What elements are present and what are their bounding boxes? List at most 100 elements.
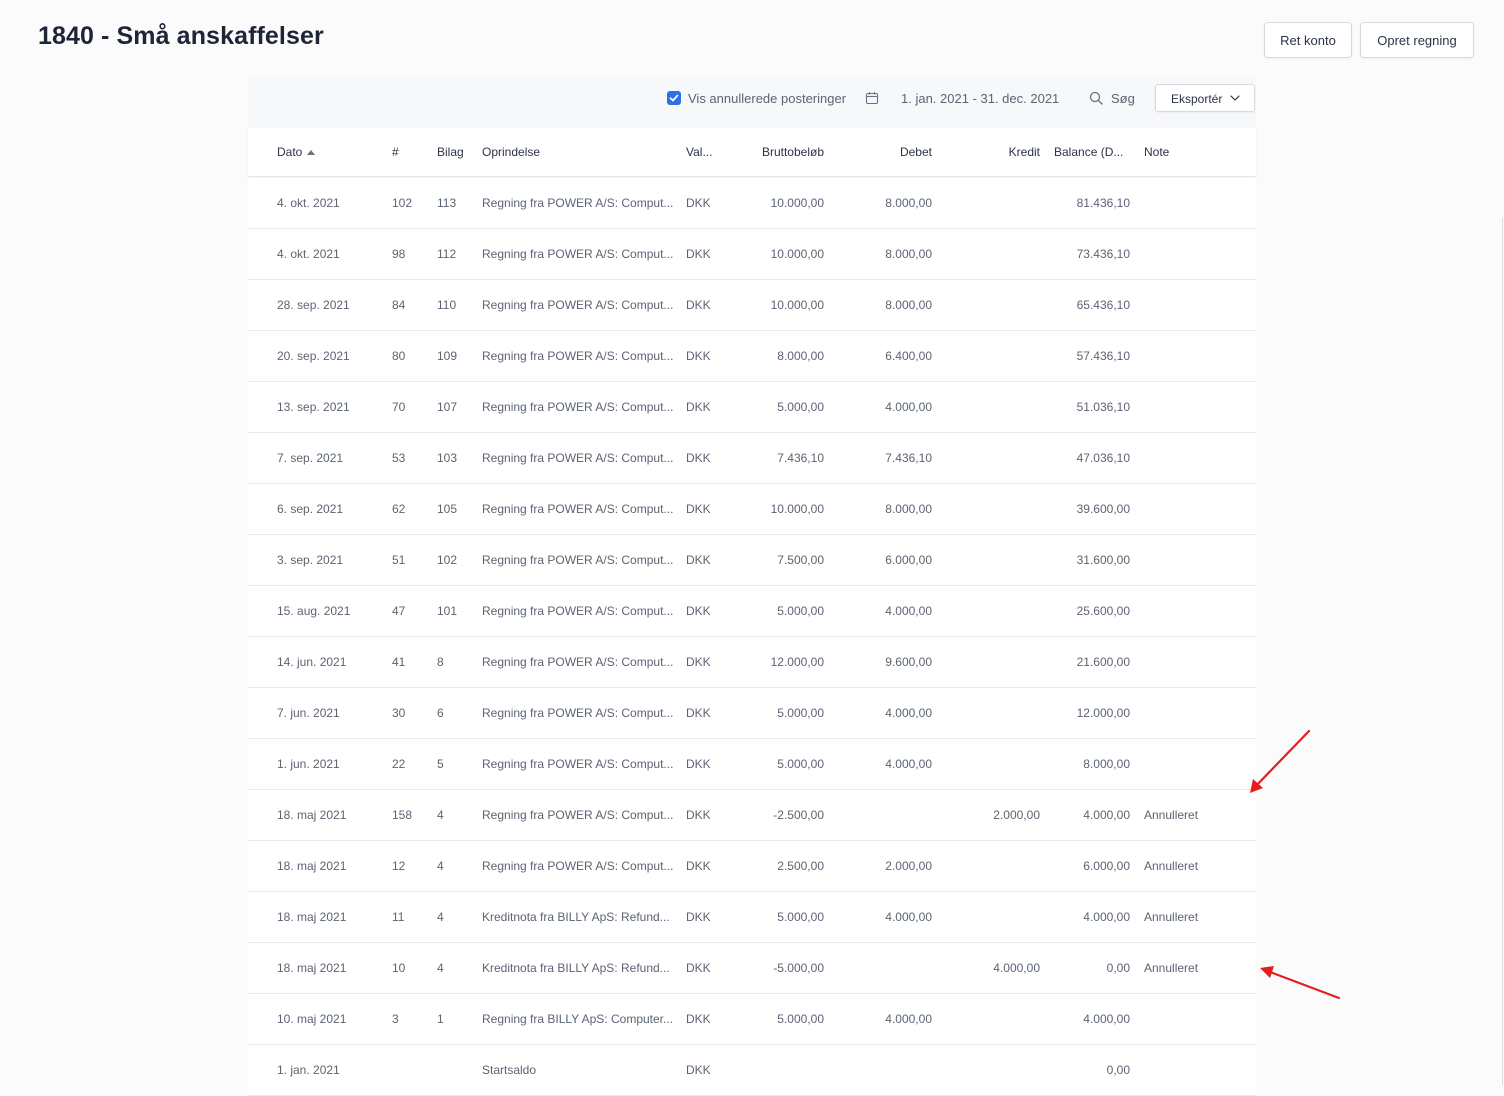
cell-origin[interactable]: Regning fra POWER A/S: Comput... xyxy=(482,655,676,669)
cell-currency: DKK xyxy=(686,604,711,618)
table-row[interactable]: 18. maj 2021 10 4 Kreditnota fra BILLY ApS:… xyxy=(248,943,1256,994)
cell-debit: 8.000,00 xyxy=(885,298,932,312)
cell-debit: 8.000,00 xyxy=(885,247,932,261)
page-scrollbar[interactable] xyxy=(1502,218,1503,1085)
column-header-date[interactable]: Dato xyxy=(277,145,316,159)
cell-gross: 7.500,00 xyxy=(777,553,824,567)
cell-number: 30 xyxy=(392,706,406,720)
column-header-balance[interactable]: Balance (D... xyxy=(1054,145,1123,159)
cell-origin[interactable]: Regning fra BILLY ApS: Computer... xyxy=(482,1012,676,1026)
cell-gross: -2.500,00 xyxy=(773,808,824,822)
table-row[interactable]: 1. jan. 2021 Startsaldo DKK 0,00 xyxy=(248,1045,1256,1096)
cell-date: 10. maj 2021 xyxy=(277,1012,347,1026)
cell-balance: 21.600,00 xyxy=(1076,655,1130,669)
date-range-picker[interactable]: 1. jan. 2021 - 31. dec. 2021 xyxy=(901,91,1059,106)
cell-date: 18. maj 2021 xyxy=(277,961,347,975)
cell-origin[interactable]: Regning fra POWER A/S: Comput... xyxy=(482,808,676,822)
search-icon[interactable] xyxy=(1089,91,1103,105)
cell-origin[interactable]: Regning fra POWER A/S: Comput... xyxy=(482,604,676,618)
table-row[interactable]: 7. jun. 2021 30 6 Regning fra POWER A/S: Co… xyxy=(248,688,1256,739)
cell-origin[interactable]: Regning fra POWER A/S: Comput... xyxy=(482,247,676,261)
cell-origin[interactable]: Kreditnota fra BILLY ApS: Refund... xyxy=(482,910,676,924)
cell-currency: DKK xyxy=(686,961,711,975)
cell-bilag: 102 xyxy=(437,553,458,567)
table-row[interactable]: 1. jun. 2021 22 5 Regning fra POWER A/S: Co… xyxy=(248,739,1256,790)
table-row[interactable]: 14. jun. 2021 41 8 Regning fra POWER A/S: C… xyxy=(248,637,1256,688)
cell-number: 47 xyxy=(392,604,406,618)
cell-note: Annulleret xyxy=(1144,808,1199,822)
column-header-note[interactable]: Note xyxy=(1144,145,1169,159)
table-row[interactable]: 18. maj 2021 11 4 Kreditnota fra BILLY ApS:… xyxy=(248,892,1256,943)
cell-gross: 5.000,00 xyxy=(777,757,824,771)
cell-origin[interactable]: Regning fra POWER A/S: Comput... xyxy=(482,859,676,873)
column-header-debit[interactable]: Debet xyxy=(900,145,932,159)
cell-gross: 5.000,00 xyxy=(777,1012,824,1026)
chevron-down-icon xyxy=(1230,95,1240,101)
cell-origin[interactable]: Regning fra POWER A/S: Comput... xyxy=(482,196,676,210)
cell-debit: 9.600,00 xyxy=(885,655,932,669)
create-bill-button[interactable]: Opret regning xyxy=(1360,22,1474,58)
cell-balance: 25.600,00 xyxy=(1076,604,1130,618)
cell-gross: 2.500,00 xyxy=(777,859,824,873)
cell-origin[interactable]: Regning fra POWER A/S: Comput... xyxy=(482,757,676,771)
table-row[interactable]: 20. sep. 2021 80 109 Regning fra POWER A/S:… xyxy=(248,331,1256,382)
search-button[interactable]: Søg xyxy=(1111,91,1135,106)
cell-debit: 4.000,00 xyxy=(885,706,932,720)
table-row[interactable]: 13. sep. 2021 70 107 Regning fra POWER A/S:… xyxy=(248,382,1256,433)
table-row[interactable]: 15. aug. 2021 47 101 Regning fra POWER A/S:… xyxy=(248,586,1256,637)
cell-currency: DKK xyxy=(686,298,711,312)
cell-date: 4. okt. 2021 xyxy=(277,196,340,210)
cell-origin[interactable]: Kreditnota fra BILLY ApS: Refund... xyxy=(482,961,676,975)
table-row[interactable]: 18. maj 2021 158 4 Regning fra POWER A/S: C… xyxy=(248,790,1256,841)
cell-number: 102 xyxy=(392,196,413,210)
cell-origin[interactable]: Regning fra POWER A/S: Comput... xyxy=(482,298,676,312)
cell-date: 18. maj 2021 xyxy=(277,910,347,924)
table-row[interactable]: 10. maj 2021 3 1 Regning fra BILLY ApS: Com… xyxy=(248,994,1256,1045)
cell-debit: 6.400,00 xyxy=(885,349,932,363)
table-row[interactable]: 18. maj 2021 12 4 Regning fra POWER A/S: Co… xyxy=(248,841,1256,892)
export-dropdown-button[interactable]: Eksportér xyxy=(1155,84,1255,112)
column-header-number[interactable]: # xyxy=(392,145,399,159)
calendar-icon[interactable] xyxy=(865,91,879,105)
table-row[interactable]: 3. sep. 2021 51 102 Regning fra POWER A/S: … xyxy=(248,535,1256,586)
table-row[interactable]: 28. sep. 2021 84 110 Regning fra POWER A/S:… xyxy=(248,280,1256,331)
cell-bilag: 4 xyxy=(437,859,444,873)
cell-gross: 7.436,10 xyxy=(777,451,824,465)
column-header-bilag[interactable]: Bilag xyxy=(437,145,464,159)
show-voided-label[interactable]: Vis annullerede posteringer xyxy=(688,91,846,106)
column-header-origin[interactable]: Oprindelse xyxy=(482,145,540,159)
cell-origin[interactable]: Regning fra POWER A/S: Comput... xyxy=(482,706,676,720)
column-header-currency[interactable]: Val... xyxy=(686,145,712,159)
cell-balance: 47.036,10 xyxy=(1076,451,1130,465)
cell-date: 13. sep. 2021 xyxy=(277,400,350,414)
cell-date: 4. okt. 2021 xyxy=(277,247,340,261)
cell-origin[interactable]: Regning fra POWER A/S: Comput... xyxy=(482,451,676,465)
cell-balance: 4.000,00 xyxy=(1083,1012,1130,1026)
cell-origin[interactable]: Startsaldo xyxy=(482,1063,676,1077)
cell-gross: 12.000,00 xyxy=(770,655,824,669)
table-row[interactable]: 6. sep. 2021 62 105 Regning fra POWER A/S: … xyxy=(248,484,1256,535)
cell-currency: DKK xyxy=(686,451,711,465)
cell-balance: 4.000,00 xyxy=(1083,808,1130,822)
cell-gross: 5.000,00 xyxy=(777,910,824,924)
table-row[interactable]: 4. okt. 2021 98 112 Regning fra POWER A/S: … xyxy=(248,229,1256,280)
cell-bilag: 105 xyxy=(437,502,458,516)
cell-currency: DKK xyxy=(686,808,711,822)
cell-origin[interactable]: Regning fra POWER A/S: Comput... xyxy=(482,553,676,567)
cell-number: 51 xyxy=(392,553,406,567)
column-header-credit[interactable]: Kredit xyxy=(1009,145,1040,159)
column-header-gross[interactable]: Bruttobeløb xyxy=(762,145,824,159)
cell-origin[interactable]: Regning fra POWER A/S: Comput... xyxy=(482,400,676,414)
cell-bilag: 101 xyxy=(437,604,458,618)
cell-origin[interactable]: Regning fra POWER A/S: Comput... xyxy=(482,349,676,363)
table-row[interactable]: 7. sep. 2021 53 103 Regning fra POWER A/S: … xyxy=(248,433,1256,484)
show-voided-checkbox[interactable] xyxy=(667,91,681,105)
cell-note: Annulleret xyxy=(1144,910,1199,924)
cell-origin[interactable]: Regning fra POWER A/S: Comput... xyxy=(482,502,676,516)
cell-number: 84 xyxy=(392,298,406,312)
table-row[interactable]: 4. okt. 2021 102 113 Regning fra POWER A/S:… xyxy=(248,178,1256,229)
table-body: 4. okt. 2021 102 113 Regning fra POWER A/S:… xyxy=(248,178,1256,1096)
cell-note: Annulleret xyxy=(1144,859,1199,873)
edit-account-button[interactable]: Ret konto xyxy=(1264,22,1352,58)
cell-debit: 8.000,00 xyxy=(885,502,932,516)
